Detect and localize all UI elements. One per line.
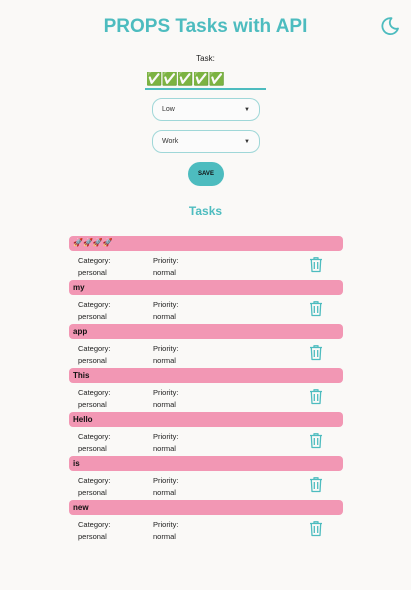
task-title: is bbox=[69, 456, 343, 471]
priority-label: Priority: bbox=[153, 476, 179, 485]
category-label: Category: bbox=[78, 476, 111, 485]
priority-value: normal bbox=[153, 444, 176, 453]
priority-selected-value: Low bbox=[162, 106, 175, 113]
trash-icon[interactable] bbox=[309, 432, 323, 449]
category-value: personal bbox=[78, 444, 107, 453]
task-title: Hello bbox=[69, 412, 343, 427]
category-label: Category: bbox=[78, 388, 111, 397]
task-item: new Category: personal Priority: normal bbox=[69, 500, 343, 544]
task-item: app Category: personal Priority: normal bbox=[69, 324, 343, 368]
trash-icon[interactable] bbox=[309, 300, 323, 317]
category-value: personal bbox=[78, 532, 107, 541]
task-title: This bbox=[69, 368, 343, 383]
category-value: personal bbox=[78, 488, 107, 497]
category-value: personal bbox=[78, 356, 107, 365]
priority-label: Priority: bbox=[153, 520, 179, 529]
task-title: my bbox=[69, 280, 343, 295]
priority-label: Priority: bbox=[153, 300, 179, 309]
task-title: new bbox=[69, 500, 343, 515]
trash-icon[interactable] bbox=[309, 520, 323, 537]
category-label: Category: bbox=[78, 300, 111, 309]
priority-label: Priority: bbox=[153, 256, 179, 265]
task-item: Hello Category: personal Priority: norma… bbox=[69, 412, 343, 456]
caret-down-icon: ▼ bbox=[244, 138, 250, 145]
category-selected-value: Work bbox=[162, 138, 179, 145]
priority-label: Priority: bbox=[153, 344, 179, 353]
category-value: personal bbox=[78, 400, 107, 409]
category-value: personal bbox=[78, 268, 107, 277]
task-item: 🚀🚀🚀🚀 Category: personal Priority: normal bbox=[69, 236, 343, 280]
task-item: my Category: personal Priority: normal bbox=[69, 280, 343, 324]
task-list: 🚀🚀🚀🚀 Category: personal Priority: normal… bbox=[69, 236, 343, 544]
save-button[interactable]: SAVE bbox=[188, 162, 224, 186]
priority-select[interactable]: Low ▼ bbox=[152, 98, 260, 121]
priority-value: normal bbox=[153, 312, 176, 321]
moon-icon[interactable] bbox=[380, 16, 400, 36]
trash-icon[interactable] bbox=[309, 476, 323, 493]
priority-value: normal bbox=[153, 268, 176, 277]
category-label: Category: bbox=[78, 344, 111, 353]
category-label: Category: bbox=[78, 432, 111, 441]
priority-value: normal bbox=[153, 532, 176, 541]
task-item: is Category: personal Priority: normal bbox=[69, 456, 343, 500]
category-label: Category: bbox=[78, 256, 111, 265]
trash-icon[interactable] bbox=[309, 344, 323, 361]
category-select[interactable]: Work ▼ bbox=[152, 130, 260, 153]
priority-value: normal bbox=[153, 488, 176, 497]
trash-icon[interactable] bbox=[309, 256, 323, 273]
task-input[interactable] bbox=[145, 71, 266, 90]
task-item: This Category: personal Priority: normal bbox=[69, 368, 343, 412]
priority-label: Priority: bbox=[153, 388, 179, 397]
priority-value: normal bbox=[153, 356, 176, 365]
task-title: app bbox=[69, 324, 343, 339]
caret-down-icon: ▼ bbox=[244, 106, 250, 113]
trash-icon[interactable] bbox=[309, 388, 323, 405]
task-label: Task: bbox=[196, 54, 215, 63]
task-title: 🚀🚀🚀🚀 bbox=[69, 236, 343, 251]
category-value: personal bbox=[78, 312, 107, 321]
category-label: Category: bbox=[78, 520, 111, 529]
priority-label: Priority: bbox=[153, 432, 179, 441]
priority-value: normal bbox=[153, 400, 176, 409]
app-title: PROPS Tasks with API bbox=[103, 16, 308, 37]
tasks-heading: Tasks bbox=[188, 204, 223, 218]
